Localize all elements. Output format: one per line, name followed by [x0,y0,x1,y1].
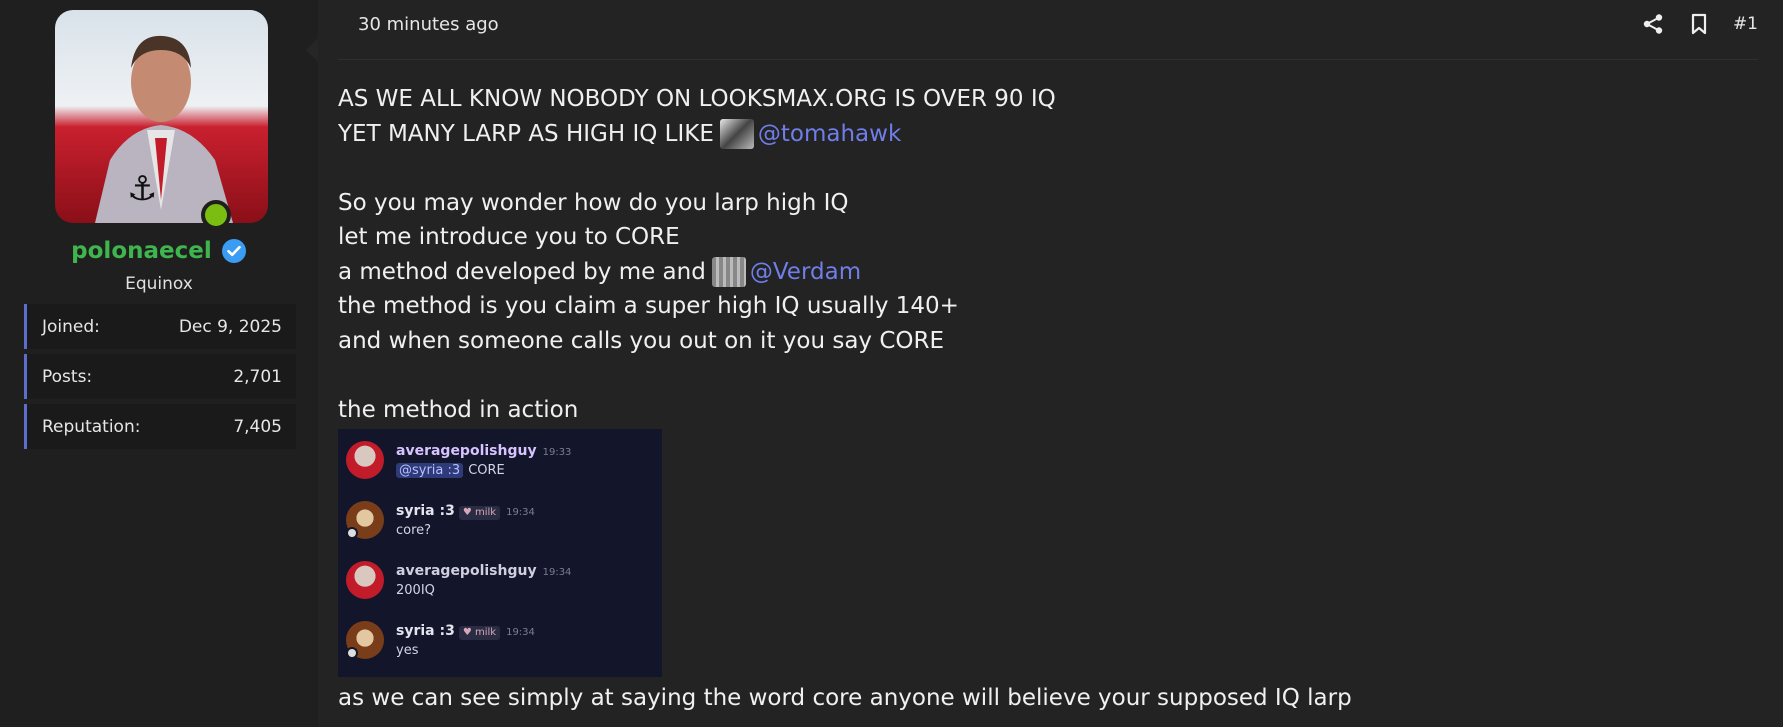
chat-text-content: CORE [468,463,505,478]
chat-role-label: milk [474,507,497,518]
svg-text:⚓: ⚓ [127,169,157,209]
post-line: YET MANY LARP AS HIGH IQ LIKE @tomahawk [338,117,1738,152]
post: 30 minutes ago #1 AS WE ALL KNOW NOBODY … [318,0,1783,727]
chat-time: 19:33 [542,447,572,458]
stat-reputation: Reputation: 7,405 [24,404,296,449]
stat-joined: Joined: Dec 9, 2025 [24,304,296,349]
user-sidebar: ⚓ polonaecel Equinox Joined: Dec 9, 2025… [0,0,318,727]
user-title: Equinox [125,274,193,294]
chat-text: core? [396,523,432,538]
chat-avatar [346,441,384,479]
post-line: AS WE ALL KNOW NOBODY ON LOOKSMAX.ORG IS… [338,86,1056,112]
chat-text: yes [396,643,419,658]
mention-avatar[interactable] [719,118,754,149]
stat-posts: Posts: 2,701 [24,354,296,399]
chat-author: syria :3 ♥ milk 19:34 [396,503,535,521]
chat-author-name: averagepolishguy [396,563,537,579]
avatar-container: ⚓ [55,10,268,230]
post-line: a method developed by me and @Verdam [338,255,1738,290]
chat-status-badge [346,647,358,659]
stat-label: Posts: [42,366,93,387]
chat-time: 19:34 [506,507,535,518]
post-number-link[interactable]: #1 [1733,14,1758,34]
chat-author: syria :3 ♥ milk 19:34 [396,623,535,641]
avatar[interactable]: ⚓ [55,10,268,223]
stat-label: Reputation: [42,416,141,437]
stat-value: Dec 9, 2025 [178,316,282,337]
share-icon[interactable] [1641,12,1665,36]
post-line: as we can see simply at saying the word … [338,685,1352,711]
chat-role-tag: ♥ milk [458,506,501,520]
post-timestamp[interactable]: 30 minutes ago [358,14,499,35]
mention-link-verdam[interactable]: @Verdam [750,255,861,290]
mention-avatar[interactable] [711,256,746,287]
bookmark-icon[interactable] [1687,12,1711,36]
post-actions: #1 [1641,12,1758,36]
chat-text: 200IQ [396,583,435,598]
chat-author: averagepolishguy 19:34 [396,563,571,581]
post-header: 30 minutes ago #1 [338,0,1758,60]
chat-text: @syria :3 CORE [396,463,505,479]
username-link[interactable]: polonaecel [71,238,212,264]
post-text: YET MANY LARP AS HIGH IQ LIKE [338,120,714,147]
post-line: So you may wonder how do you larp high I… [338,189,849,216]
online-status-indicator [201,200,231,230]
chat-author: averagepolishguy 19:33 [396,443,571,461]
chat-mention: @syria :3 [396,463,464,478]
post-line: the method is you claim a super high IQ … [338,293,959,319]
verified-icon [221,238,247,264]
stat-label: Joined: [42,316,100,337]
chat-avatar [346,561,384,599]
embedded-chat-image[interactable]: averagepolishguy 19:33 @syria :3 CORE syri… [338,429,662,677]
chat-author-name: averagepolishguy [396,443,537,459]
chat-author-name: syria :3 [396,623,455,639]
post-line: the method in action [338,396,579,423]
mention-link-tomahawk[interactable]: @tomahawk [758,117,901,152]
stat-value[interactable]: 2,701 [233,367,282,387]
post-line: and when someone calls you out on it you… [338,327,945,354]
post-text: a method developed by me and [338,258,706,285]
chat-role-label: milk [474,627,497,638]
post-body: AS WE ALL KNOW NOBODY ON LOOKSMAX.ORG IS… [338,82,1738,716]
chat-status-badge [346,527,358,539]
post-line: let me introduce you to CORE [338,224,680,250]
username-row: polonaecel [0,238,318,264]
chat-author-name: syria :3 [396,503,455,519]
stat-value: 7,405 [233,416,282,437]
chat-time: 19:34 [542,567,572,578]
chat-time: 19:34 [506,627,535,638]
chat-role-tag: ♥ milk [458,626,501,640]
post-callout-arrow [306,38,318,62]
